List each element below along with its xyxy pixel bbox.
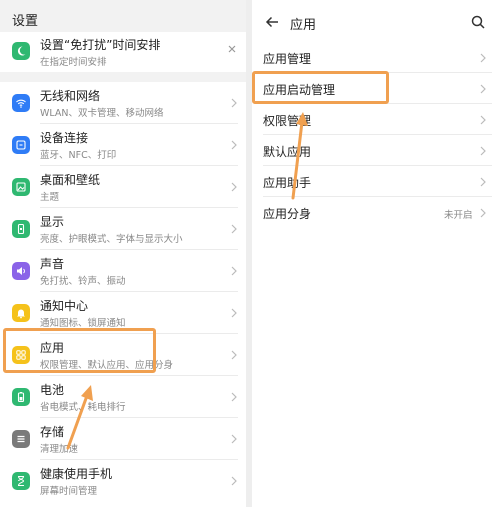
notice-sub: 在指定时间安排 (40, 57, 107, 68)
chevron-right-icon (480, 115, 486, 125)
chevron-right-icon (480, 53, 486, 63)
chevron-right-icon (480, 146, 486, 156)
chevron-right-icon (480, 208, 486, 218)
chevron-right-icon (231, 434, 237, 444)
settings-item-label: 电池 (40, 383, 65, 397)
highlight-apps-box (3, 328, 156, 373)
back-arrow-icon[interactable] (264, 14, 280, 30)
settings-item-battery[interactable]: 电池 省电模式、耗电排行 (0, 376, 246, 418)
settings-item-sub: 亮度、护眼模式、字体与显示大小 (40, 234, 183, 245)
battery-icon (12, 388, 30, 406)
do-not-disturb-notice[interactable]: 设置“免打扰”时间安排 在指定时间安排 (0, 32, 246, 72)
settings-item-label: 桌面和壁纸 (40, 173, 101, 187)
sound-icon (12, 262, 30, 280)
settings-item-sub: 清理加速 (40, 444, 79, 455)
settings-item-wireless[interactable]: 无线和网络 WLAN、双卡管理、移动网络 (0, 82, 246, 124)
chevron-right-icon (480, 177, 486, 187)
chevron-right-icon (231, 140, 237, 150)
page-title: 应用 (290, 18, 317, 33)
apps-item-label: 应用分身 (263, 207, 312, 221)
display-icon (12, 220, 30, 238)
watermark: 头条 @科技办公室 (388, 485, 480, 498)
settings-item-sub: 省电模式、耗电排行 (40, 402, 126, 413)
chevron-right-icon (231, 98, 237, 108)
chevron-right-icon (231, 392, 237, 402)
chevron-right-icon (231, 182, 237, 192)
settings-item-storage[interactable]: 存储 清理加速 (0, 418, 246, 460)
page-title: 设置 (12, 14, 39, 29)
settings-panel: 设置 设置“免打扰”时间安排 在指定时间安排 无线和网络 WLAN、双卡管理、移… (0, 0, 246, 507)
apps-item-value: 未开启 (444, 210, 473, 221)
highlight-startup-box (252, 71, 389, 104)
settings-item-sub: 免打扰、铃声、振动 (40, 276, 126, 287)
notice-label: 设置“免打扰”时间安排 (40, 38, 161, 52)
settings-item-label: 无线和网络 (40, 89, 101, 103)
wifi-icon (12, 94, 30, 112)
settings-item-label: 设备连接 (40, 131, 89, 145)
hourglass-icon (12, 472, 30, 490)
settings-item-label: 显示 (40, 215, 65, 229)
moon-icon (12, 42, 30, 60)
settings-item-label: 健康使用手机 (40, 467, 113, 481)
settings-item-label: 声音 (40, 257, 65, 271)
settings-item-sound[interactable]: 声音 免打扰、铃声、振动 (0, 250, 246, 292)
settings-item-sub: 主题 (40, 192, 60, 203)
settings-item-sub: 蓝牙、NFC、打印 (40, 150, 117, 161)
apps-item-permissions[interactable]: 权限管理 (252, 104, 500, 135)
bell-icon (12, 304, 30, 322)
chevron-right-icon (480, 84, 486, 94)
chevron-right-icon (231, 266, 237, 276)
apps-item-label: 应用助手 (263, 176, 312, 190)
apps-item-app-clone[interactable]: 应用分身 未开启 (252, 197, 500, 228)
wallpaper-icon (12, 178, 30, 196)
settings-item-label: 通知中心 (40, 299, 89, 313)
settings-item-sub: 通知图标、锁屏通知 (40, 318, 126, 329)
chevron-right-icon (231, 350, 237, 360)
settings-item-label: 存储 (40, 425, 65, 439)
device-connection-icon (12, 136, 30, 154)
apps-item-label: 应用管理 (263, 52, 312, 66)
chevron-right-icon (231, 476, 237, 486)
chevron-right-icon (231, 308, 237, 318)
settings-item-digital-wellbeing[interactable]: 健康使用手机 屏幕时间管理 (0, 460, 246, 502)
settings-item-sub: WLAN、双卡管理、移动网络 (40, 108, 164, 119)
settings-item-sub: 屏幕时间管理 (40, 486, 98, 497)
apps-header: 应用 (252, 0, 500, 44)
apps-item-app-management[interactable]: 应用管理 (252, 42, 500, 73)
settings-item-device-connection[interactable]: 设备连接 蓝牙、NFC、打印 (0, 124, 246, 166)
settings-item-wallpaper[interactable]: 桌面和壁纸 主题 (0, 166, 246, 208)
storage-icon (12, 430, 30, 448)
apps-item-default-apps[interactable]: 默认应用 (252, 135, 500, 166)
close-icon[interactable] (226, 43, 238, 55)
settings-item-display[interactable]: 显示 亮度、护眼模式、字体与显示大小 (0, 208, 246, 250)
settings-header: 设置 (0, 0, 246, 32)
section-divider (0, 72, 246, 82)
chevron-right-icon (231, 224, 237, 234)
apps-item-label: 权限管理 (263, 114, 312, 128)
apps-item-app-assistant[interactable]: 应用助手 (252, 166, 500, 197)
apps-item-label: 默认应用 (263, 145, 312, 159)
search-icon[interactable] (470, 14, 486, 30)
